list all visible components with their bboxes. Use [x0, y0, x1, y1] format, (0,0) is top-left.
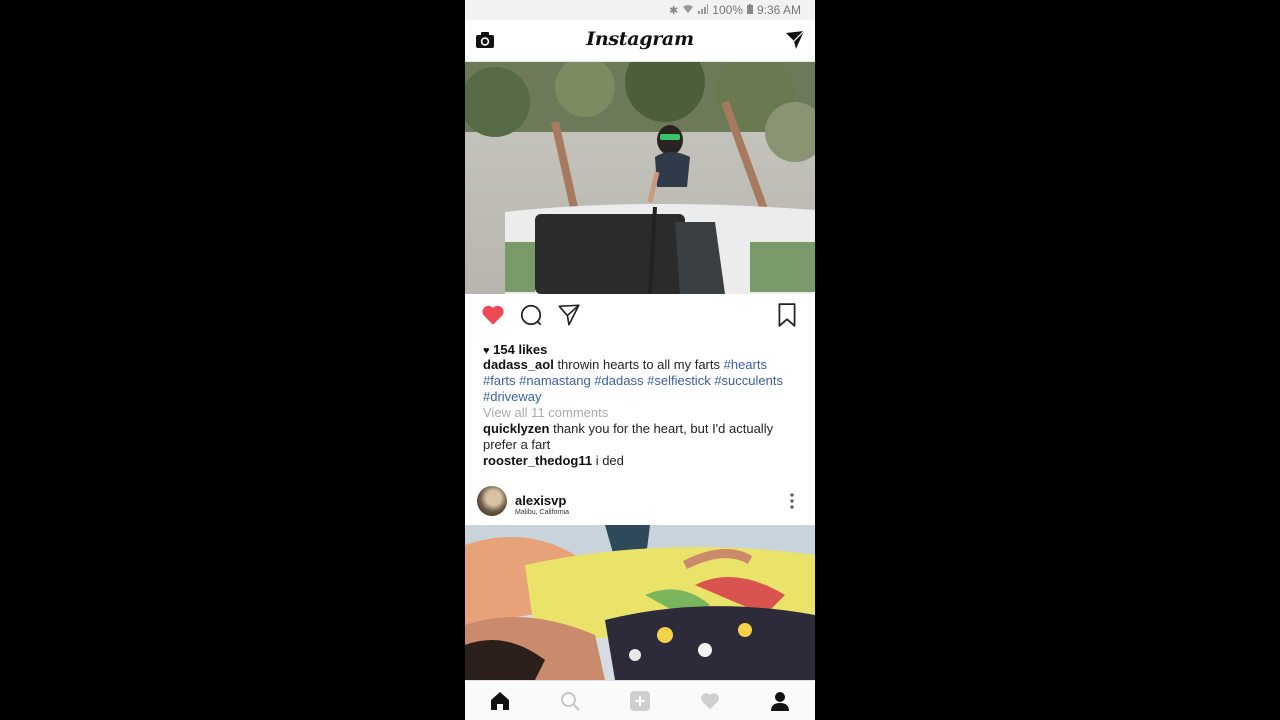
post-image[interactable]: [465, 525, 815, 680]
comment-text: i ded: [592, 453, 624, 468]
hashtag[interactable]: #namastang: [519, 373, 591, 388]
more-options-icon[interactable]: [787, 492, 797, 510]
like-heart-icon[interactable]: [480, 302, 506, 328]
comment-username[interactable]: rooster_thedog11: [483, 453, 592, 468]
activity-heart-icon[interactable]: [699, 690, 721, 712]
phone-screen: ✱ 100% 9:36 AM Instagram ♥ 154 likes dad…: [465, 0, 815, 720]
hashtag[interactable]: #farts: [483, 373, 516, 388]
hashtag[interactable]: #driveway: [483, 389, 542, 404]
comment-item: quicklyzen thank you for the heart, but …: [483, 421, 783, 453]
avatar[interactable]: [477, 486, 507, 516]
small-heart-icon: ♥: [483, 345, 490, 357]
post-location[interactable]: Malibu, California: [515, 509, 569, 516]
post-header: alexisvp Malibu, California: [465, 480, 815, 522]
comment-item: rooster_thedog11 i ded: [483, 453, 783, 469]
battery-percent: 100%: [712, 3, 743, 17]
likes-text: 154 likes: [493, 342, 548, 357]
app-logo: Instagram: [586, 28, 694, 50]
hashtag[interactable]: #selfiestick: [647, 373, 711, 388]
view-all-comments-link[interactable]: View all 11 comments: [483, 405, 608, 420]
status-bar: ✱ 100% 9:36 AM: [465, 0, 815, 20]
app-bar: Instagram: [465, 20, 815, 62]
comment-icon[interactable]: [518, 302, 544, 328]
battery-icon: [746, 3, 753, 17]
caption-text: throwin hearts to all my farts: [553, 357, 724, 372]
search-icon[interactable]: [559, 690, 581, 712]
post-actions: [465, 296, 815, 334]
post-image[interactable]: [465, 62, 815, 294]
home-icon[interactable]: [489, 690, 511, 712]
add-post-icon[interactable]: [629, 690, 651, 712]
profile-icon[interactable]: [769, 690, 791, 712]
hashtag[interactable]: #dadass: [594, 373, 643, 388]
post-caption: dadass_aol throwin hearts to all my fart…: [483, 357, 783, 405]
caption-username[interactable]: dadass_aol: [483, 357, 554, 372]
comment-username[interactable]: quicklyzen: [483, 421, 549, 436]
post-username[interactable]: alexisvp: [515, 493, 566, 508]
direct-message-icon[interactable]: [785, 30, 805, 50]
signal-icon: [698, 3, 709, 17]
bookmark-icon[interactable]: [774, 302, 800, 328]
likes-count[interactable]: ♥ 154 likes: [483, 342, 547, 357]
bottom-navigation: [465, 680, 815, 720]
status-time: 9:36 AM: [756, 3, 801, 17]
hashtag[interactable]: #succulents: [714, 373, 783, 388]
wifi-icon: [682, 4, 694, 17]
bluetooth-icon: ✱: [669, 4, 679, 17]
hashtag[interactable]: #hearts: [724, 357, 767, 372]
share-icon[interactable]: [556, 302, 582, 328]
